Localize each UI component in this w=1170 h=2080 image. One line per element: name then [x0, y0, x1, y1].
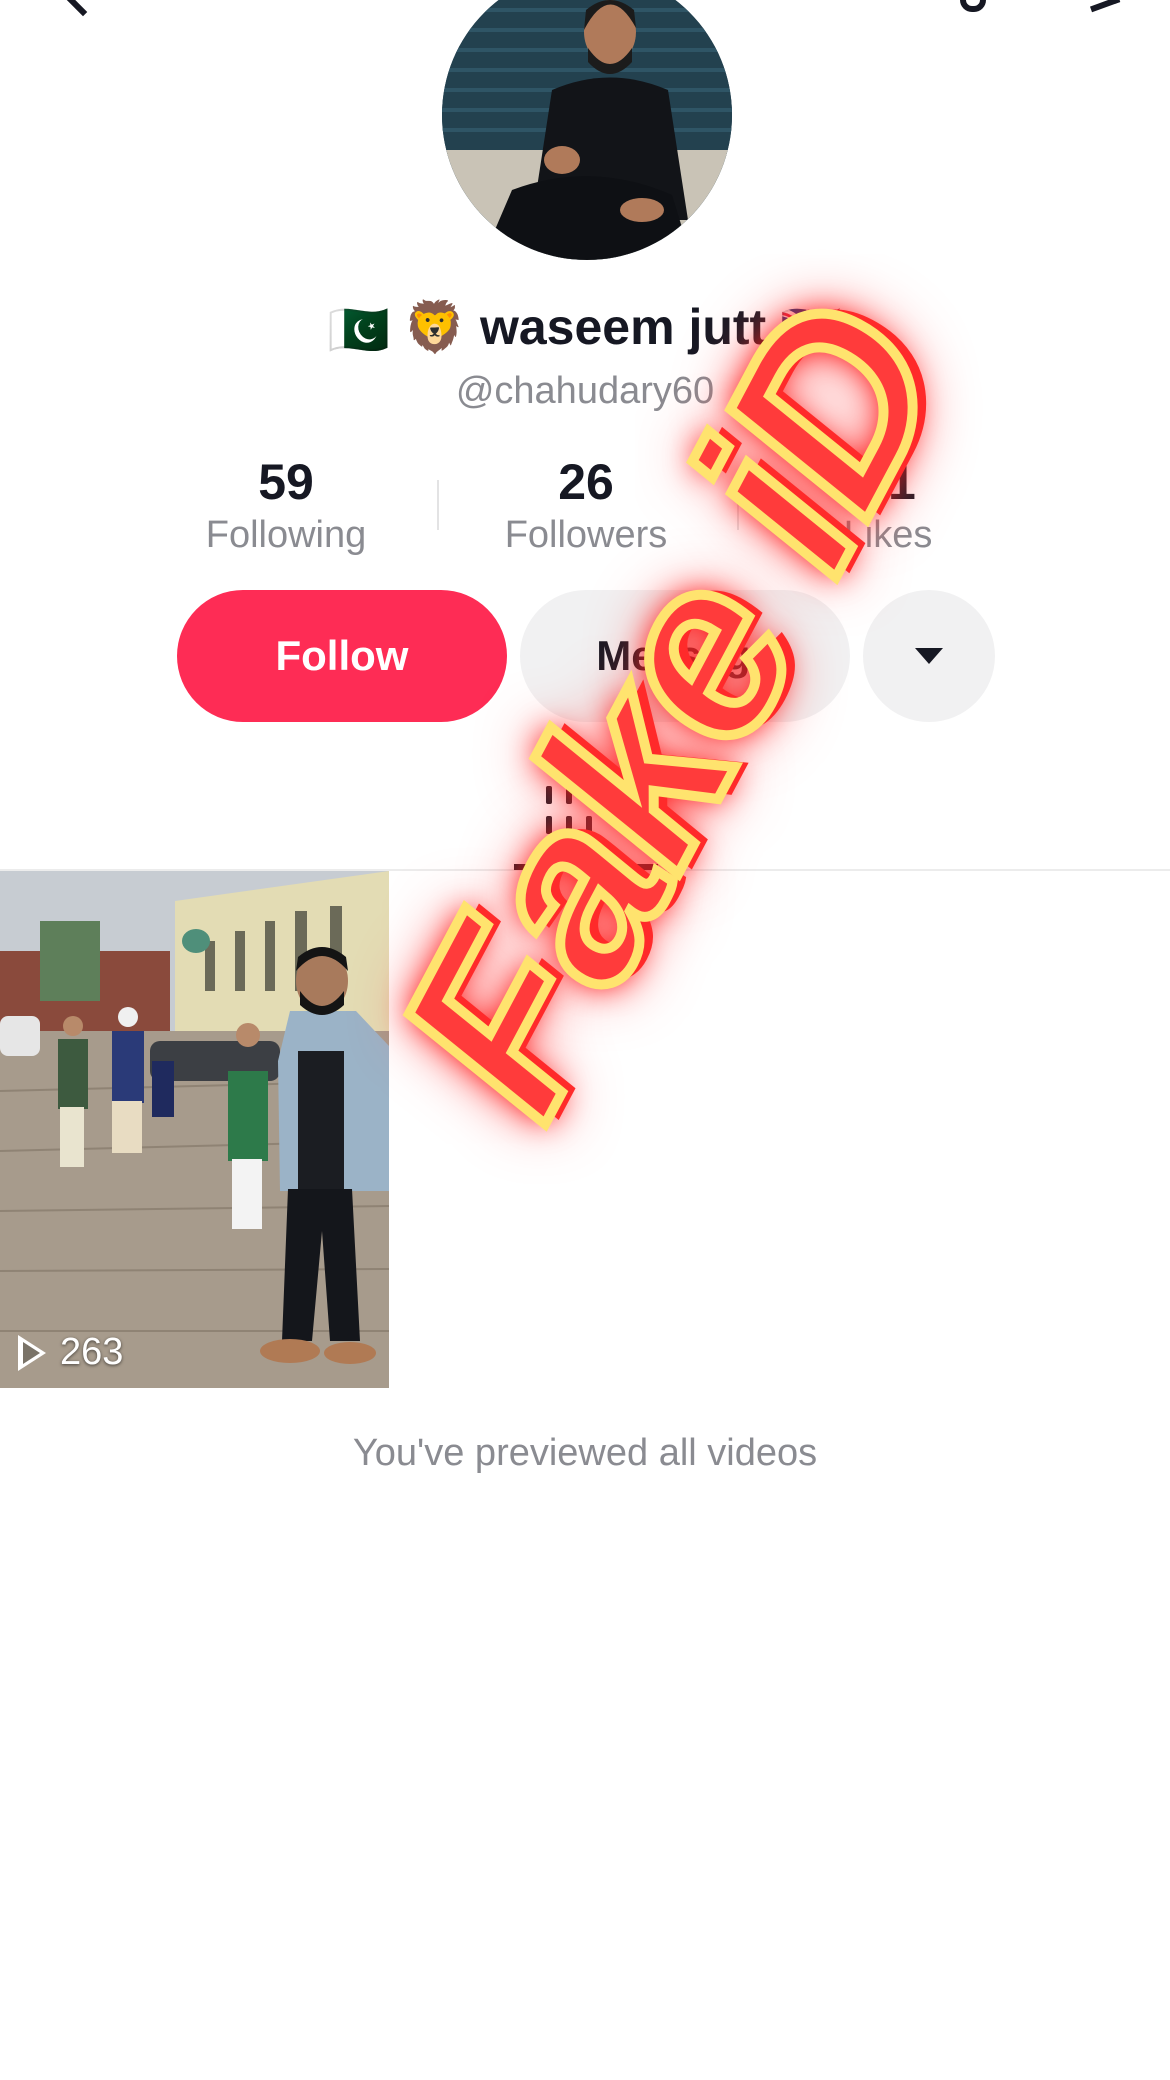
video-thumbnail[interactable]: 263 — [0, 871, 389, 1388]
followers-label: Followers — [504, 514, 668, 556]
avatar-photo — [442, 0, 732, 260]
back-icon[interactable] — [61, 0, 105, 17]
share-icon[interactable] — [1081, 0, 1121, 13]
video-thumbnail-image — [0, 871, 389, 1388]
following-label: Following — [205, 514, 367, 556]
play-icon — [18, 1334, 46, 1371]
caret-down-icon — [915, 648, 943, 664]
profile-screen: 🇵🇰 🦁 waseem jutt 🇬🇧 @chahudary60 59 Foll… — [0, 0, 1170, 2080]
lion-emoji-icon: 🦁 — [403, 299, 467, 355]
active-tab-indicator — [514, 864, 658, 870]
likes-label: Likes — [843, 514, 933, 556]
view-count-text: 263 — [60, 1331, 124, 1373]
stat-likes: 41 Likes — [738, 452, 1038, 558]
display-name: 🇵🇰 🦁 waseem jutt 🇬🇧 — [0, 298, 1170, 360]
videos-grid-icon — [546, 786, 592, 840]
bell-icon[interactable] — [960, 0, 986, 12]
avatar[interactable] — [442, 0, 732, 260]
stat-following[interactable]: 59 Following — [136, 452, 436, 558]
message-button[interactable]: Message — [520, 590, 850, 722]
follow-button[interactable]: Follow — [177, 590, 507, 722]
display-name-text: waseem jutt — [479, 299, 767, 355]
more-options-button[interactable] — [863, 590, 995, 722]
likes-count: 41 — [860, 454, 916, 510]
pakistan-flag-icon: 🇵🇰 — [327, 302, 390, 359]
stat-followers[interactable]: 26 Followers — [436, 452, 736, 558]
preview-message: You've previewed all videos — [352, 1432, 818, 1474]
view-count: 263 — [18, 1331, 123, 1374]
followers-count: 26 — [558, 454, 614, 510]
tab-caret-down-icon[interactable] — [608, 804, 634, 817]
username-handle: @chahudary60 — [455, 370, 715, 412]
following-count: 59 — [258, 454, 314, 510]
uk-flag-icon: 🇬🇧 — [780, 302, 843, 359]
